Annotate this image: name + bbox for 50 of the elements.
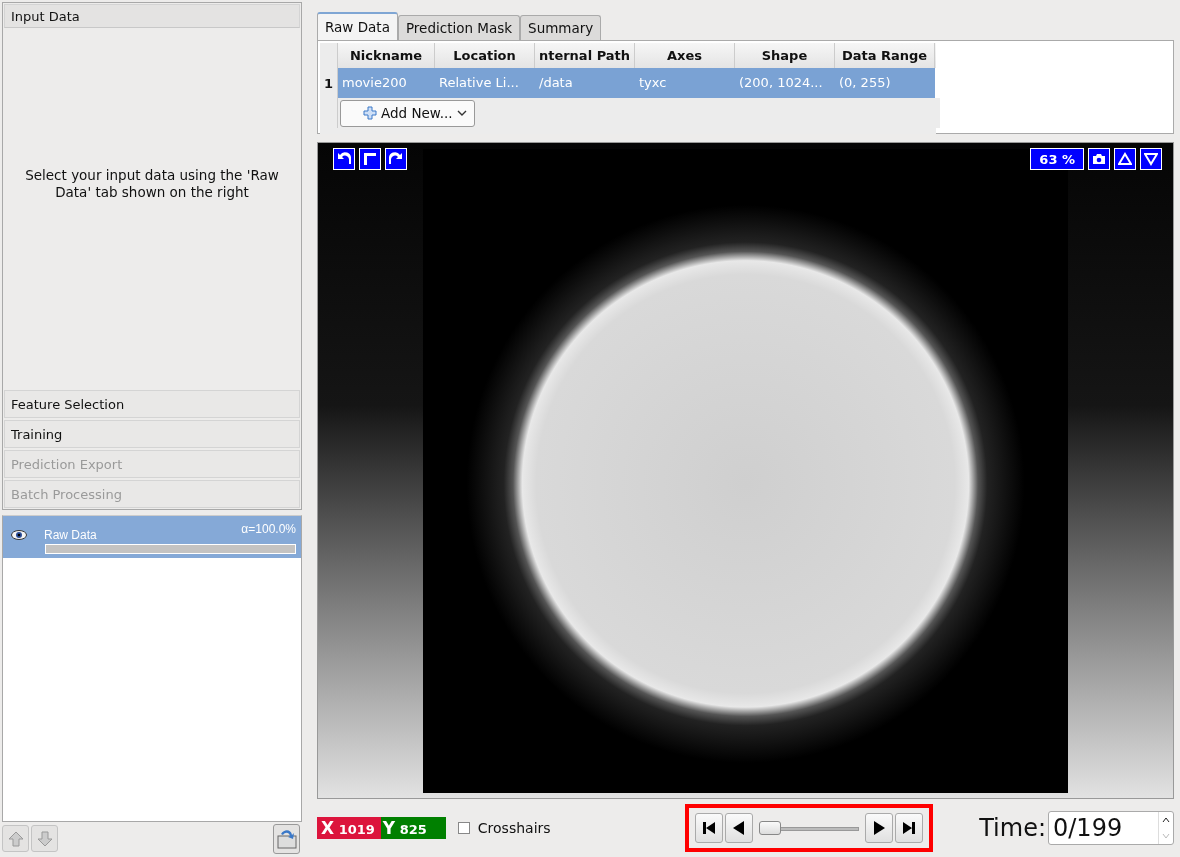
export-icon: [275, 827, 298, 850]
tab[interactable]: Summary: [520, 15, 602, 40]
last-frame-button[interactable]: [894, 813, 923, 843]
plus-icon: [363, 106, 377, 120]
rotate-right-button[interactable]: [385, 148, 407, 170]
corner-header: [320, 43, 338, 68]
table-cell: (200, 1024...: [735, 68, 835, 98]
time-spinbox[interactable]: 0/199: [1048, 811, 1174, 845]
time-label: Time:: [979, 814, 1046, 842]
export-button[interactable]: [273, 823, 300, 854]
table-cell: /data: [535, 68, 635, 98]
y-coordinate: Y 825: [380, 817, 446, 839]
zoom-level-button[interactable]: 63 %: [1030, 148, 1084, 170]
drawer-header[interactable]: Training: [4, 420, 300, 448]
time-slider[interactable]: [758, 821, 859, 835]
crosshairs-checkbox[interactable]: [457, 822, 470, 834]
drawer-header[interactable]: Feature Selection: [4, 390, 300, 418]
drawer-header[interactable]: Input Data: [4, 4, 300, 28]
skip-end-icon: [900, 820, 917, 836]
table-cell: Relative Li...: [435, 68, 535, 98]
crosshairs-label: Crosshairs: [477, 820, 551, 836]
corner-icon: [363, 152, 377, 166]
rotate-left-button[interactable]: [333, 148, 355, 170]
spin-up-icon[interactable]: [1162, 817, 1170, 823]
rotate-left-icon: [337, 152, 351, 166]
arrow-up-icon: [6, 829, 25, 848]
instruction-text: Select your input data using the 'Raw Data' tab shown on the right: [24, 167, 280, 201]
table-cell: (0, 255): [835, 68, 935, 98]
fit-view-button[interactable]: [359, 148, 381, 170]
skip-start-icon: [700, 820, 717, 836]
add-new-button[interactable]: Add New...: [340, 99, 475, 127]
arrow-down-icon: [35, 829, 54, 848]
layer-opacity: α=100.0%: [241, 522, 296, 536]
layer-name: Raw Data: [44, 528, 97, 542]
slider-handle[interactable]: [758, 821, 781, 835]
triangle-up-icon[interactable]: [1114, 148, 1136, 170]
tab[interactable]: Raw Data: [317, 12, 398, 40]
next-frame-button[interactable]: [864, 813, 893, 843]
row-number: 1: [320, 68, 338, 98]
eye-icon[interactable]: [11, 530, 27, 540]
camera-icon[interactable]: [1088, 148, 1110, 170]
caret-icon: [456, 110, 467, 116]
tab[interactable]: Prediction Mask: [397, 15, 521, 40]
triangle-down-icon[interactable]: [1140, 148, 1162, 170]
table-cell: movie200: [338, 68, 435, 98]
first-frame-button[interactable]: [694, 813, 723, 843]
rotate-right-icon: [389, 152, 403, 166]
x-coordinate: X 1019: [317, 817, 381, 839]
previous-frame-button[interactable]: [724, 813, 753, 843]
table-cell: tyxc: [635, 68, 735, 98]
